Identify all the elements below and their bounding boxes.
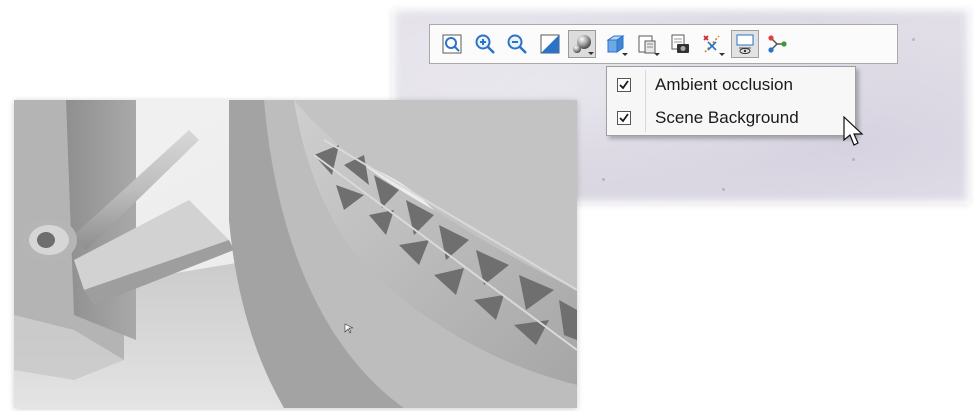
zoom-in-button[interactable]	[471, 30, 499, 58]
document-stack-icon	[638, 35, 656, 54]
mouse-pointer-icon	[843, 116, 864, 146]
dropdown-arrow-icon	[621, 53, 628, 56]
zoom-in-icon	[475, 34, 495, 54]
checkmark-icon	[619, 113, 629, 123]
camera-button[interactable]	[666, 30, 694, 58]
dropdown-arrow-icon	[654, 53, 660, 56]
scene-display-icon	[736, 34, 753, 54]
zoom-window-button[interactable]	[438, 30, 466, 58]
section-plane-icon	[540, 34, 559, 54]
display-style-button[interactable]	[601, 30, 629, 58]
camera-icon	[671, 34, 689, 53]
cube-icon	[605, 35, 625, 53]
connections-button[interactable]	[763, 30, 791, 58]
scene-display-button[interactable]	[730, 30, 759, 58]
visual-style-button[interactable]	[568, 30, 596, 58]
zoom-out-icon	[507, 34, 527, 54]
zoom-out-button[interactable]	[503, 30, 531, 58]
menu-item-label: Ambient occlusion	[655, 75, 793, 94]
menu-item-ambient-occlusion[interactable]: Ambient occlusion	[607, 69, 855, 101]
dropdown-arrow-icon	[588, 52, 594, 55]
appearance-button[interactable]	[633, 30, 661, 58]
axis-cross-icon	[703, 35, 720, 53]
zoom-window-icon	[442, 34, 462, 54]
checkbox-ambient-occlusion[interactable]	[617, 78, 631, 92]
menu-item-label: Scene Background	[655, 108, 799, 127]
branch-nodes-icon	[768, 35, 787, 53]
view-toolbar	[429, 24, 898, 64]
3d-model-render	[14, 100, 577, 408]
checkmark-icon	[619, 80, 629, 90]
hide-show-button[interactable]	[698, 30, 726, 58]
section-plane-button[interactable]	[536, 30, 564, 58]
visual-style-dropdown-menu: Ambient occlusion Scene Background	[606, 66, 856, 136]
menu-item-scene-background[interactable]: Scene Background	[607, 102, 855, 134]
model-render-image	[14, 100, 577, 408]
checkbox-scene-background[interactable]	[617, 111, 631, 125]
dropdown-arrow-icon	[719, 53, 725, 56]
